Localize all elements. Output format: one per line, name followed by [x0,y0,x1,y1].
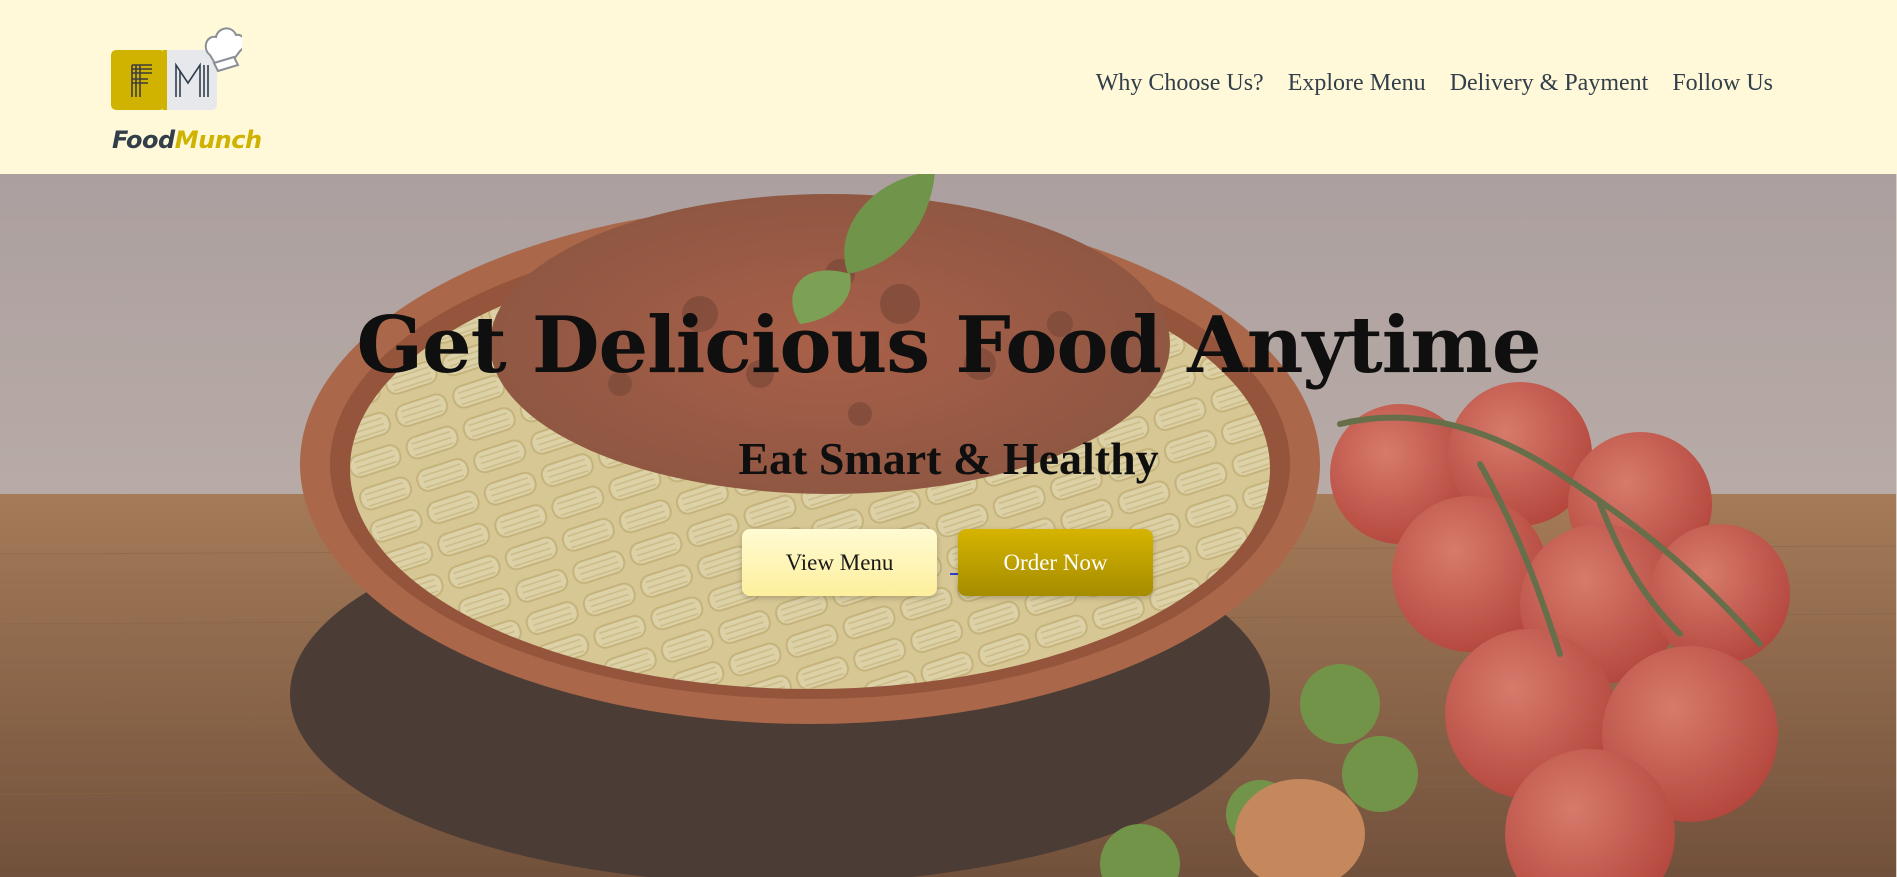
brand-name-part1: Food [112,126,175,154]
nav-link-follow-us[interactable]: Follow Us [1672,70,1773,97]
order-now-button[interactable]: Order Now [958,529,1153,596]
nav-link-explore-menu[interactable]: Explore Menu [1288,70,1426,97]
brand-name-part2: Munch [174,126,262,154]
hero-subtitle: Eat Smart & Healthy [738,433,1159,484]
foodmunch-logo[interactable]: FoodMunch [110,25,262,160]
main-nav: Why Choose Us? Explore Menu Delivery & P… [1096,70,1773,97]
logo-mark-icon [111,27,246,110]
navbar: FoodMunch Why Choose Us? Explore Menu De… [0,0,1897,174]
hero-overlay [0,174,1897,877]
hero-section: Get Delicious Food Anytime Eat Smart & H… [0,174,1897,877]
link-underline [950,573,958,575]
nav-link-why-choose-us[interactable]: Why Choose Us? [1096,70,1264,97]
brand-name: FoodMunch [112,126,262,154]
view-menu-button[interactable]: View Menu [742,529,937,596]
nav-link-delivery-payment[interactable]: Delivery & Payment [1450,70,1649,97]
hero-title: Get Delicious Food Anytime [356,300,1541,391]
